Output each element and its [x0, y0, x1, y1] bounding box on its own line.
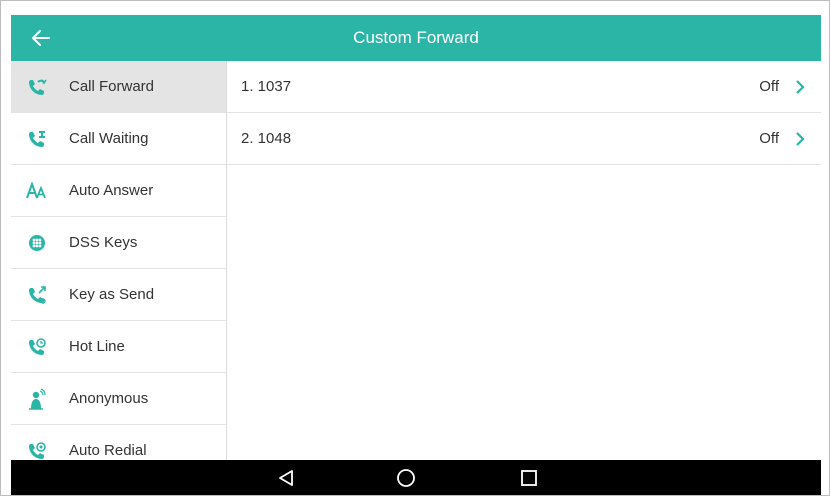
list-item[interactable]: 1. 1037 Off	[227, 61, 821, 113]
back-button[interactable]	[25, 15, 57, 61]
sidebar-item-label: Call Forward	[69, 78, 155, 95]
phone-screen: Custom Forward Call Forward Call Waiting…	[0, 0, 830, 496]
auto-answer-icon	[26, 180, 48, 202]
recents-square-icon	[521, 470, 537, 486]
anonymous-icon	[26, 387, 48, 410]
status-value: Off	[759, 130, 779, 147]
dss-keys-icon	[26, 232, 48, 254]
nav-recents-button[interactable]	[509, 460, 549, 495]
sidebar-item-key-as-send[interactable]: Key as Send	[11, 269, 226, 321]
hot-line-icon	[26, 336, 48, 358]
sidebar-item-label: Hot Line	[69, 338, 125, 355]
title-bar: Custom Forward	[11, 15, 821, 61]
nav-back-button[interactable]	[266, 460, 306, 495]
sidebar-item-hot-line[interactable]: Hot Line	[11, 321, 226, 373]
auto-redial-icon	[26, 440, 48, 461]
key-as-send-icon	[26, 284, 48, 306]
list-item[interactable]: 2. 1048 Off	[227, 113, 821, 165]
page-title: Custom Forward	[353, 28, 479, 47]
sidebar-item-auto-redial[interactable]: Auto Redial	[11, 425, 226, 460]
call-forward-icon	[26, 76, 48, 98]
sidebar-item-label: Call Waiting	[69, 130, 149, 147]
sidebar-item-label: Anonymous	[69, 390, 149, 407]
account-label: 1. 1037	[241, 78, 292, 95]
status-value: Off	[759, 78, 779, 95]
arrow-left-icon	[32, 30, 50, 46]
sidebar-item-anonymous[interactable]: Anonymous	[11, 373, 226, 425]
android-nav-bar	[11, 460, 821, 495]
sidebar-item-label: Auto Redial	[69, 442, 147, 459]
sidebar-item-label: DSS Keys	[69, 234, 138, 251]
back-triangle-icon	[279, 470, 293, 486]
sidebar-item-auto-answer[interactable]: Auto Answer	[11, 165, 226, 217]
sidebar: Call Forward Call Waiting Auto Answer DS…	[11, 61, 227, 460]
chevron-right-icon	[791, 79, 809, 94]
sidebar-item-call-forward[interactable]: Call Forward	[11, 61, 226, 113]
sidebar-item-label: Auto Answer	[69, 182, 154, 199]
nav-home-button[interactable]	[386, 460, 426, 495]
account-label: 2. 1048	[241, 130, 292, 147]
call-waiting-icon	[26, 128, 48, 150]
forward-list: 1. 1037 Off 2. 1048 Off	[227, 61, 821, 460]
home-circle-icon	[397, 469, 415, 487]
sidebar-item-dss-keys[interactable]: DSS Keys	[11, 217, 226, 269]
sidebar-item-label: Key as Send	[69, 286, 155, 303]
sidebar-item-call-waiting[interactable]: Call Waiting	[11, 113, 226, 165]
chevron-right-icon	[791, 131, 809, 146]
